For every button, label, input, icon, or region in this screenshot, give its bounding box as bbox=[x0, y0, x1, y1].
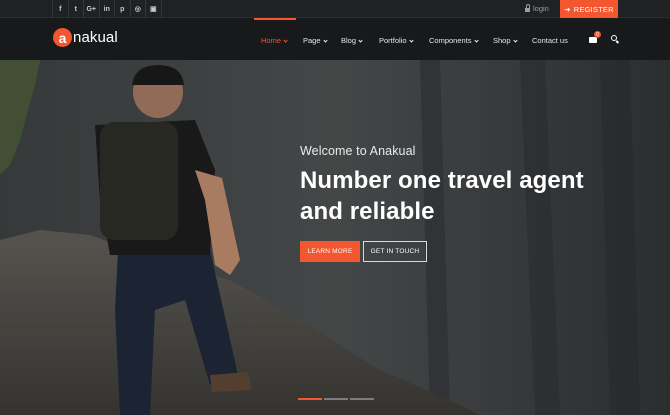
slide-indicator[interactable] bbox=[298, 398, 322, 400]
nav-item-label: Components bbox=[429, 36, 472, 45]
top-bar: f t G+ in p ◎ ▣ login ➜ REGISTER bbox=[0, 0, 670, 18]
dribbble-icon[interactable]: ◎ bbox=[131, 0, 146, 18]
nav-item-blog[interactable]: Blog bbox=[341, 36, 363, 45]
facebook-icon[interactable]: f bbox=[53, 0, 69, 18]
page: f t G+ in p ◎ ▣ login ➜ REGISTER a nakua… bbox=[0, 0, 670, 415]
chevron-down-icon bbox=[512, 38, 518, 43]
nav-item-label: Contact us bbox=[532, 36, 568, 45]
logo[interactable]: a nakual bbox=[53, 28, 118, 47]
chevron-down-icon bbox=[283, 38, 288, 43]
main-nav: a nakual Home Page Blog Portfolio Compon… bbox=[0, 18, 670, 60]
logo-text: nakual bbox=[73, 29, 118, 46]
chevron-down-icon bbox=[322, 38, 328, 43]
linkedin-icon[interactable]: in bbox=[100, 0, 115, 18]
learn-more-button[interactable]: LEARN MORE bbox=[300, 241, 360, 262]
nav-item-contact[interactable]: Contact us bbox=[532, 36, 568, 45]
cart-count-badge: 0 bbox=[594, 31, 601, 38]
social-links: f t G+ in p ◎ ▣ bbox=[52, 0, 162, 18]
login-label: login bbox=[533, 4, 549, 13]
nav-item-home[interactable]: Home bbox=[261, 36, 288, 45]
nav-item-label: Page bbox=[303, 36, 321, 45]
slide-indicator[interactable] bbox=[350, 398, 374, 400]
nav-item-components[interactable]: Components bbox=[429, 36, 479, 45]
search-icon[interactable] bbox=[611, 35, 620, 43]
active-nav-indicator bbox=[254, 18, 296, 20]
google-plus-icon[interactable]: G+ bbox=[84, 0, 100, 18]
twitter-icon[interactable]: t bbox=[69, 0, 84, 18]
slider-pagination bbox=[298, 398, 374, 400]
hero-welcome-text: Welcome to Anakual bbox=[300, 144, 416, 158]
nav-item-page[interactable]: Page bbox=[303, 36, 328, 45]
cart-button[interactable]: 0 bbox=[589, 31, 601, 43]
slide-indicator[interactable] bbox=[324, 398, 348, 400]
login-link[interactable]: login bbox=[525, 4, 549, 13]
nav-item-label: Portfolio bbox=[379, 36, 407, 45]
lock-icon bbox=[525, 4, 530, 12]
instagram-icon[interactable]: ▣ bbox=[146, 0, 162, 18]
sign-in-icon: ➜ bbox=[564, 4, 571, 14]
nav-item-label: Blog bbox=[341, 36, 357, 45]
hero-headline: Number one travel agent and reliable bbox=[300, 167, 584, 225]
logo-mark: a bbox=[53, 28, 72, 47]
chevron-down-icon bbox=[408, 38, 414, 43]
pinterest-icon[interactable]: p bbox=[115, 0, 131, 18]
nav-item-label: Shop bbox=[493, 36, 511, 45]
nav-item-portfolio[interactable]: Portfolio bbox=[379, 36, 414, 45]
chevron-down-icon bbox=[358, 38, 363, 43]
register-label: REGISTER bbox=[573, 4, 614, 14]
chevron-down-icon bbox=[473, 38, 479, 43]
hero-slider: Welcome to Anakual Number one travel age… bbox=[0, 60, 670, 415]
nav-item-label: Home bbox=[261, 36, 282, 45]
hero-overlay bbox=[0, 60, 670, 415]
get-in-touch-button[interactable]: GET IN TOUCH bbox=[363, 241, 427, 262]
nav-item-shop[interactable]: Shop bbox=[493, 36, 518, 45]
register-button[interactable]: ➜ REGISTER bbox=[560, 0, 618, 18]
